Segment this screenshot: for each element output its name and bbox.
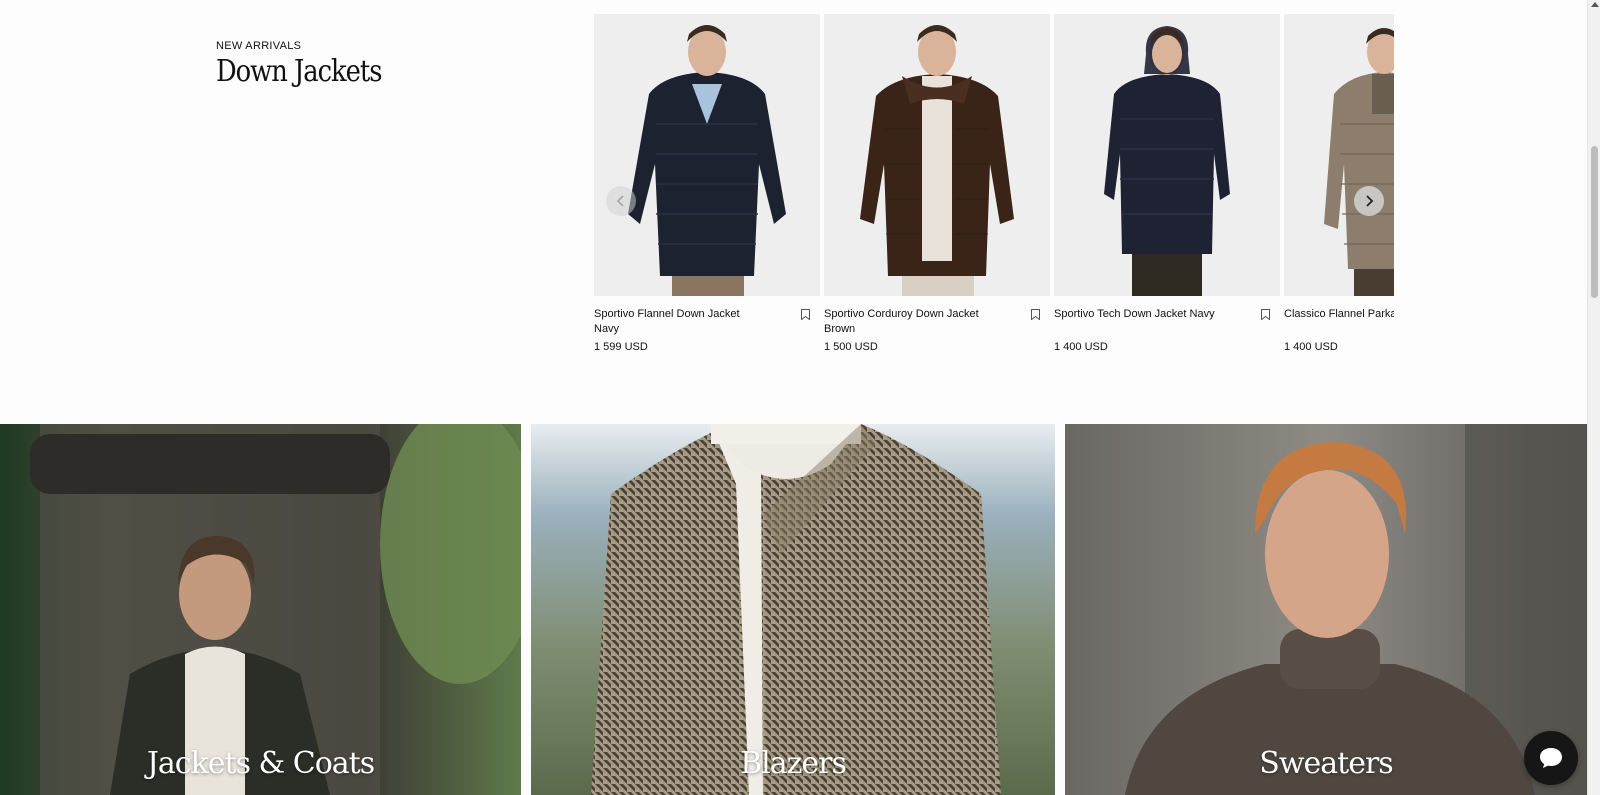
chat-bubble-icon — [1540, 748, 1562, 768]
product-price: 1 400 USD — [1054, 341, 1108, 353]
product-meta: Sportivo Flannel Down Jacket Navy — [594, 307, 820, 337]
product-meta: Classico Flannel Parka — [1284, 307, 1394, 322]
product-meta: Sportivo Corduroy Down Jacket Brown — [824, 307, 1050, 337]
product-name[interactable]: Sportivo Corduroy Down Jacket Brown — [824, 307, 994, 337]
product-photo — [1284, 14, 1394, 296]
product-name[interactable]: Classico Flannel Parka — [1284, 307, 1394, 322]
product-price: 1 400 USD — [1284, 341, 1338, 353]
section-header: NEW ARRIVALS Down Jackets — [216, 40, 408, 89]
product-name[interactable]: Sportivo Flannel Down Jacket Navy — [594, 307, 764, 337]
category-tile-blazers[interactable]: Blazers — [531, 424, 1055, 795]
product-card[interactable]: Sportivo Corduroy Down Jacket Brown 1 50… — [824, 14, 1050, 353]
carousel-prev-button[interactable] — [606, 186, 636, 216]
product-photo — [1054, 14, 1280, 296]
product-image[interactable] — [594, 14, 820, 296]
category-tile-jackets-coats[interactable]: Jackets & Coats — [0, 424, 521, 795]
product-card[interactable]: Classico Flannel Parka 1 400 USD — [1284, 14, 1394, 353]
section-title: Down Jackets — [216, 54, 382, 89]
page: NEW ARRIVALS Down Jackets Sportivo Flann… — [0, 0, 1600, 795]
product-image[interactable] — [824, 14, 1050, 296]
category-tiles: Jackets & Coats Blazers Sweaters — [0, 424, 1587, 795]
product-name[interactable]: Sportivo Tech Down Jacket Navy — [1054, 307, 1224, 322]
chat-button[interactable] — [1524, 731, 1578, 785]
category-photo — [0, 424, 521, 795]
category-label[interactable]: Sweaters — [1065, 746, 1587, 781]
product-card[interactable]: Sportivo Flannel Down Jacket Navy 1 599 … — [594, 14, 820, 353]
product-photo — [824, 14, 1050, 296]
category-photo — [531, 424, 1055, 795]
section-eyebrow: NEW ARRIVALS — [216, 40, 302, 52]
product-card[interactable]: Sportivo Tech Down Jacket Navy 1 400 USD — [1054, 14, 1280, 353]
category-photo — [1065, 424, 1587, 795]
category-tile-sweaters[interactable]: Sweaters — [1065, 424, 1587, 795]
product-carousel: Sportivo Flannel Down Jacket Navy 1 599 … — [594, 14, 1394, 359]
bookmark-icon[interactable] — [1261, 309, 1270, 320]
chevron-right-icon — [1366, 195, 1374, 207]
product-photo — [594, 14, 820, 296]
product-meta: Sportivo Tech Down Jacket Navy — [1054, 307, 1280, 322]
category-label[interactable]: Jackets & Coats — [0, 746, 521, 781]
page-scrollbar[interactable] — [1587, 0, 1600, 795]
product-image[interactable] — [1284, 14, 1394, 296]
scroll-up-icon[interactable] — [1591, 2, 1599, 7]
product-image[interactable] — [1054, 14, 1280, 296]
product-price: 1 500 USD — [824, 341, 878, 353]
product-price: 1 599 USD — [594, 341, 648, 353]
bookmark-icon[interactable] — [1031, 309, 1040, 320]
category-label[interactable]: Blazers — [531, 746, 1055, 781]
carousel-next-button[interactable] — [1354, 186, 1384, 216]
chevron-left-icon — [616, 195, 624, 207]
scrollbar-thumb[interactable] — [1591, 146, 1598, 298]
bookmark-icon[interactable] — [801, 309, 810, 320]
